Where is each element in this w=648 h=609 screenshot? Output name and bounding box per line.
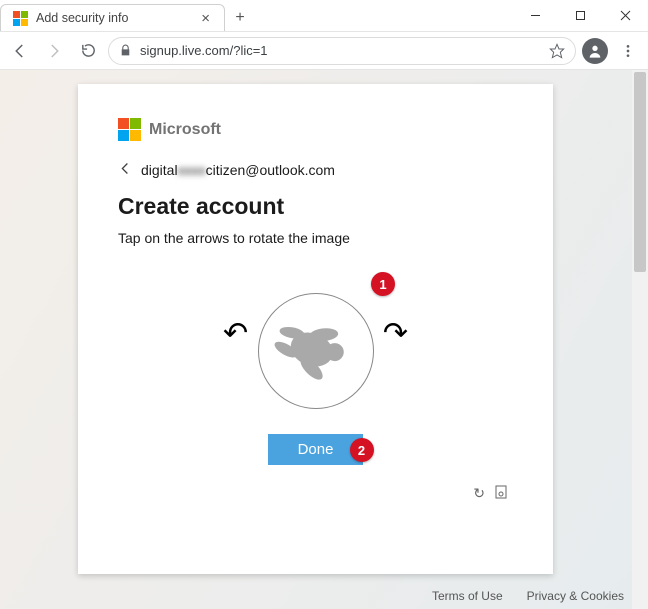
window-maximize-button[interactable]	[558, 0, 603, 31]
email-part-1: digital	[141, 162, 178, 178]
scrollbar-thumb[interactable]	[634, 72, 646, 272]
tab-title: Add security info	[36, 11, 189, 25]
reload-button[interactable]	[74, 37, 102, 65]
captcha-image	[258, 293, 374, 409]
identity-row: digitalxxxxcitizen@outlook.com	[118, 161, 513, 179]
back-button[interactable]	[6, 37, 34, 65]
rotate-left-button[interactable]: ↶	[223, 316, 248, 351]
window-minimize-button[interactable]	[513, 0, 558, 31]
microsoft-logo-text: Microsoft	[149, 121, 221, 139]
email-redacted: xxxx	[178, 162, 206, 178]
captcha-animal-icon	[271, 306, 361, 396]
page-viewport: Microsoft digitalxxxxcitizen@outlook.com…	[0, 70, 648, 609]
url-text: signup.live.com/?lic=1	[140, 43, 541, 58]
back-identity-button[interactable]	[118, 161, 133, 179]
window-titlebar: Add security info × +	[0, 0, 648, 32]
terms-link[interactable]: Terms of Use	[432, 589, 503, 603]
captcha-audio-icon[interactable]	[495, 485, 507, 502]
annotation-callout-2: 2	[350, 438, 374, 462]
rotate-right-button[interactable]: ↷	[383, 316, 408, 351]
star-icon[interactable]	[549, 43, 565, 59]
captcha-area: ↶ ↷ 1	[118, 276, 513, 426]
captcha-instruction: Tap on the arrows to rotate the image	[118, 230, 513, 246]
address-bar[interactable]: signup.live.com/?lic=1	[108, 37, 576, 65]
done-row: Done 2	[118, 434, 513, 465]
privacy-link[interactable]: Privacy & Cookies	[527, 589, 624, 603]
captcha-controls: ↻	[118, 485, 513, 502]
forward-button[interactable]	[40, 37, 68, 65]
window-close-button[interactable]	[603, 0, 648, 31]
new-tab-button[interactable]: +	[225, 4, 255, 31]
signup-card: Microsoft digitalxxxxcitizen@outlook.com…	[78, 84, 553, 574]
vertical-scrollbar[interactable]	[632, 70, 648, 609]
captcha-refresh-icon[interactable]: ↻	[473, 485, 485, 502]
menu-button[interactable]	[614, 37, 642, 65]
lock-icon	[119, 44, 132, 57]
legal-footer: Terms of Use Privacy & Cookies	[432, 589, 624, 603]
microsoft-logo: Microsoft	[118, 118, 513, 141]
browser-toolbar: signup.live.com/?lic=1	[0, 32, 648, 70]
microsoft-logo-icon	[118, 118, 141, 141]
email-part-2: citizen@outlook.com	[206, 162, 335, 178]
page-heading: Create account	[118, 193, 513, 220]
close-tab-icon[interactable]: ×	[197, 10, 214, 27]
profile-avatar[interactable]	[582, 38, 608, 64]
browser-tab[interactable]: Add security info ×	[0, 4, 225, 31]
microsoft-favicon-icon	[13, 11, 28, 26]
annotation-callout-1: 1	[371, 272, 395, 296]
